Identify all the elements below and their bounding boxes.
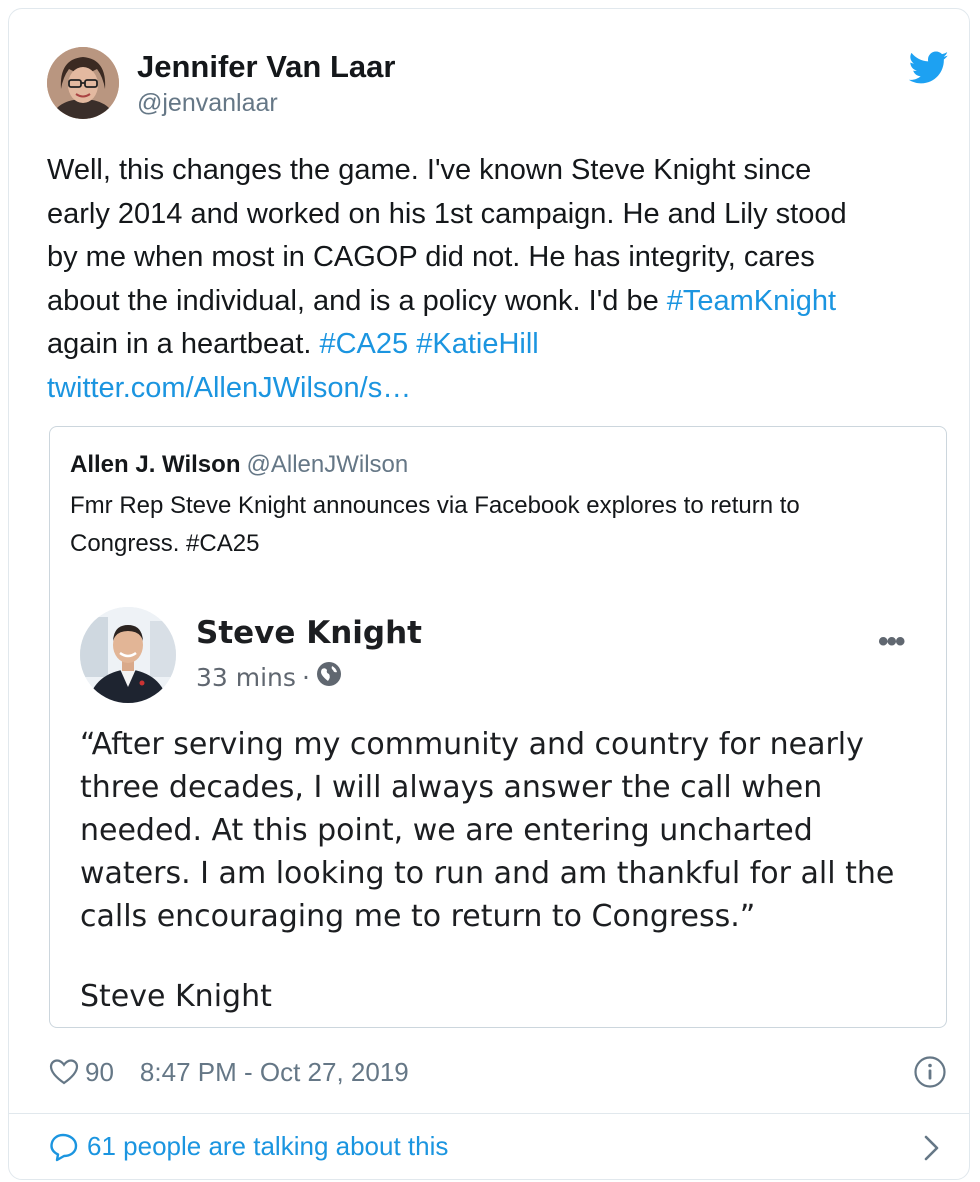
tweet-text-line: by me when most in CAGOP did not. He has…: [47, 236, 947, 280]
facebook-post-text-line: three decades, I will always answer the …: [80, 770, 823, 805]
facebook-post-author: Steve Knight: [196, 615, 422, 651]
author-name[interactable]: Jennifer Van Laar: [137, 49, 395, 85]
tweet-text-segment: Well, this changes the game. I've known …: [47, 154, 812, 186]
tweet-text-line: twitter.com/AllenJWilson/s…: [47, 367, 947, 411]
divider: [9, 1113, 969, 1114]
meta-separator: ·: [301, 662, 310, 692]
author-handle[interactable]: @jenvanlaar: [137, 89, 278, 118]
hashtag-link[interactable]: #CA25: [319, 328, 408, 360]
tweet-text-line: early 2014 and worked on his 1st campaig…: [47, 193, 947, 237]
tweet-embed-card: Jennifer Van Laar @jenvanlaar Well, this…: [8, 8, 970, 1180]
quoted-author-handle: @AllenJWilson: [246, 451, 409, 478]
conversation-count-label: 61 people are talking about this: [87, 1131, 449, 1161]
heart-icon[interactable]: [49, 1058, 79, 1086]
facebook-post-text-line: calls encouraging me to return to Congre…: [80, 899, 756, 934]
twitter-bird-icon[interactable]: [908, 51, 949, 85]
hashtag-link[interactable]: #KatieHill: [416, 328, 539, 360]
quoted-tweet-text: Fmr Rep Steve Knight announces via Faceb…: [70, 487, 930, 562]
facebook-post-time: 33 mins: [196, 662, 296, 692]
like-count[interactable]: 90: [85, 1057, 114, 1088]
quoted-tweet-text-line: Congress. #CA25: [70, 529, 260, 557]
speech-bubble-icon: [49, 1132, 79, 1162]
tweet-text-line: about the individual, and is a policy wo…: [47, 280, 947, 324]
facebook-post-meta: 33 mins ·: [196, 661, 342, 693]
tweet-text-segment: early 2014 and worked on his 1st campaig…: [47, 197, 847, 230]
more-options-icon: •••: [878, 625, 905, 658]
facebook-post-signature: Steve Knight: [80, 979, 272, 1014]
tweet-text-line: again in a heartbeat. #CA25 #KatieHill: [47, 323, 947, 367]
tweet-text-segment: again in a heartbeat.: [47, 328, 320, 360]
hashtag-link[interactable]: #TeamKnight: [667, 285, 836, 317]
quoted-author[interactable]: Allen J. Wilson @AllenJWilson: [70, 451, 408, 479]
quoted-tweet[interactable]: Allen J. Wilson @AllenJWilson Fmr Rep Ste…: [49, 426, 947, 1028]
facebook-post-text-line: waters. I am looking to run and am thank…: [80, 856, 895, 891]
quoted-tweet-text-line: Fmr Rep Steve Knight announces via Faceb…: [70, 492, 800, 519]
facebook-post-text: “After serving my community and country …: [80, 723, 930, 938]
info-icon[interactable]: [913, 1055, 947, 1089]
chevron-right-icon[interactable]: [921, 1133, 943, 1163]
globe-icon: [316, 661, 342, 693]
url-link[interactable]: twitter.com/AllenJWilson/s…: [47, 372, 411, 404]
quoted-author-name: Allen J. Wilson: [70, 451, 241, 478]
tweet-timestamp[interactable]: 8:47 PM - Oct 27, 2019: [140, 1057, 409, 1088]
facebook-post-text-line: needed. At this point, we are entering u…: [80, 813, 813, 848]
author-avatar[interactable]: [47, 47, 119, 119]
tweet-text-segment: by me when most in CAGOP did not. He has…: [47, 241, 815, 273]
tweet-stats: 90 8:47 PM - Oct 27, 2019: [49, 1054, 409, 1090]
tweet-text-segment: about the individual, and is a policy wo…: [47, 284, 667, 317]
conversation-link[interactable]: 61 people are talking about this: [49, 1131, 448, 1162]
facebook-profile-avatar: [80, 607, 176, 703]
tweet-text: Well, this changes the game. I've known …: [47, 149, 947, 410]
tweet-text-segment: [408, 328, 416, 360]
facebook-post-text-line: “After serving my community and country …: [80, 727, 864, 762]
tweet-text-line: Well, this changes the game. I've known …: [47, 149, 947, 193]
